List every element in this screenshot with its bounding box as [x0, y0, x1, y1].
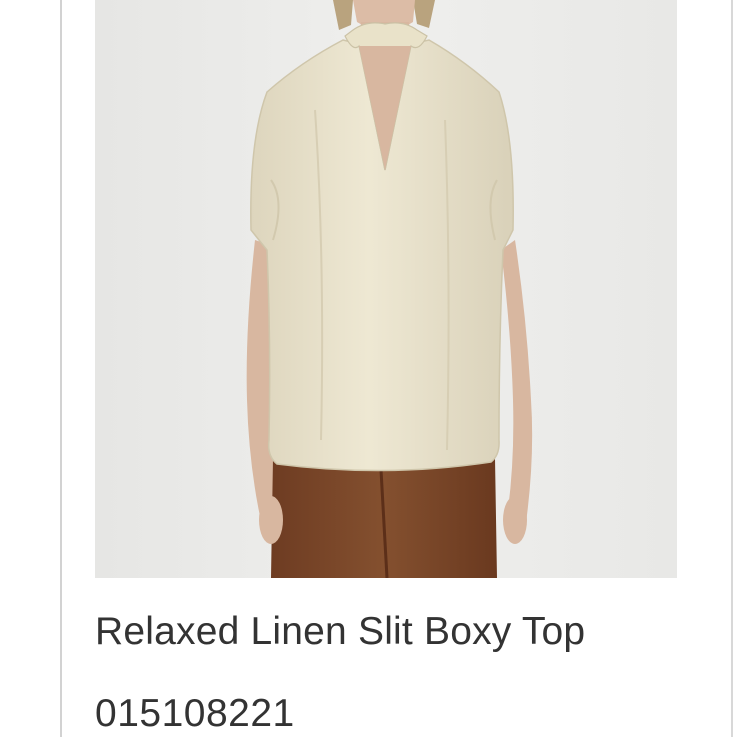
left-hand	[259, 496, 283, 544]
product-title[interactable]: Relaxed Linen Slit Boxy Top	[95, 608, 585, 656]
model-illustration	[95, 0, 677, 578]
product-photo[interactable]	[95, 0, 677, 578]
product-code: 015108221	[95, 692, 295, 735]
product-card[interactable]: Relaxed Linen Slit Boxy Top 015108221	[0, 0, 737, 737]
right-hand	[503, 496, 527, 544]
